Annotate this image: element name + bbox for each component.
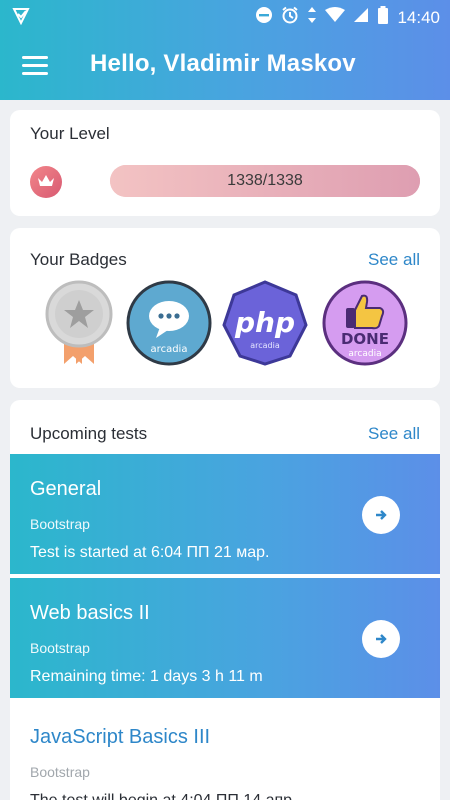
app-bar: Hello, Vladimir Maskov bbox=[0, 32, 450, 100]
test-subtitle: Bootstrap bbox=[30, 640, 90, 656]
level-title: Your Level bbox=[30, 124, 110, 143]
test-item-general[interactable]: General Bootstrap Test is started at 6:0… bbox=[10, 454, 440, 574]
test-subtitle: Bootstrap bbox=[30, 516, 90, 532]
clock-time: 14:40 bbox=[397, 7, 440, 27]
level-progress-text: 1338/1338 bbox=[227, 172, 303, 189]
battery-icon bbox=[377, 6, 389, 29]
menu-icon[interactable] bbox=[22, 56, 48, 76]
do-not-disturb-icon bbox=[255, 6, 273, 29]
chat-badge-caption: arcadia bbox=[151, 344, 188, 355]
test-name: General bbox=[30, 478, 102, 500]
chat-bubble-badge-icon[interactable]: arcadia bbox=[126, 280, 212, 366]
badges-title: Your Badges bbox=[30, 250, 127, 269]
test-info: Remaining time: 1 days 3 h 11 m bbox=[30, 668, 263, 685]
php-badge-caption: arcadia bbox=[250, 341, 280, 350]
page-title: Hello, Vladimir Maskov bbox=[90, 50, 356, 77]
upcoming-tests-card: Upcoming tests See all General Bootstrap… bbox=[10, 400, 440, 800]
status-bar: 14:40 bbox=[0, 0, 450, 32]
test-info: Test is started at 6:04 ПП 21 мар. bbox=[30, 544, 270, 561]
test-item-javascript-basics[interactable]: JavaScript Basics III Bootstrap The test… bbox=[10, 702, 440, 800]
tests-title: Upcoming tests bbox=[30, 424, 148, 443]
thumbs-up-done-badge-icon[interactable]: DONE arcadia bbox=[322, 280, 408, 366]
test-name: JavaScript Basics III bbox=[30, 726, 211, 748]
test-item-web-basics[interactable]: Web basics II Bootstrap Remaining time: … bbox=[10, 578, 440, 698]
test-info: The test will begin at 4:04 ПП 14 апр. bbox=[30, 792, 296, 800]
level-progress-bar: 1338/1338 bbox=[110, 165, 420, 197]
test-name: Web basics II bbox=[30, 602, 150, 624]
php-badge-text: php bbox=[234, 306, 295, 339]
alarm-icon bbox=[281, 6, 299, 29]
star-medal-badge-icon[interactable] bbox=[36, 280, 122, 366]
crown-icon bbox=[30, 166, 62, 198]
badges-see-all-link[interactable]: See all bbox=[368, 250, 420, 270]
data-arrows-icon bbox=[307, 6, 317, 29]
test-subtitle: Bootstrap bbox=[30, 764, 90, 780]
badges-card: Your Badges See all arcadia php arcadia bbox=[10, 228, 440, 388]
app-notification-icon bbox=[12, 7, 30, 30]
done-badge-caption: arcadia bbox=[348, 349, 381, 359]
arrow-right-icon[interactable] bbox=[362, 620, 400, 658]
arrow-right-icon[interactable] bbox=[362, 496, 400, 534]
done-badge-text: DONE bbox=[341, 330, 389, 348]
php-badge-icon[interactable]: php arcadia bbox=[222, 280, 308, 366]
level-card: Your Level 1338/1338 bbox=[10, 110, 440, 216]
wifi-icon bbox=[325, 7, 346, 28]
tests-see-all-link[interactable]: See all bbox=[368, 424, 420, 444]
cell-signal-icon bbox=[353, 7, 369, 28]
